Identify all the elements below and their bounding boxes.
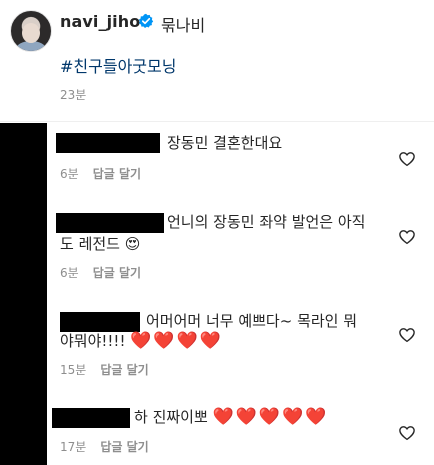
reply-button[interactable]: 답글 달기 [100, 363, 148, 377]
post-timestamp: 23분 [60, 88, 87, 102]
comment-time: 6분 [60, 266, 79, 280]
comment-time: 15분 [60, 363, 87, 377]
reply-button[interactable]: 답글 달기 [93, 167, 141, 181]
comment-meta: 6분 답글 달기 [60, 264, 141, 281]
comment-text-line1: 언니의 장동민 좌약 발언은 아직 [167, 213, 366, 231]
verified-badge-icon [138, 13, 154, 28]
caption-text: 묶나비 [161, 16, 206, 35]
reply-button[interactable]: 답글 달기 [100, 440, 148, 454]
comment-text: 장동민 결혼한대요 [167, 134, 283, 152]
like-heart-icon[interactable] [398, 424, 416, 442]
heart-emojis: ❤️❤️❤️❤️❤️ [212, 407, 329, 427]
comment-text-line2: 야뭐야!!!! ❤️❤️❤️❤️ [60, 331, 223, 351]
comment-text-line2: 도 레전드 😍 [60, 235, 141, 253]
like-heart-icon[interactable] [398, 150, 416, 168]
comment-meta: 15분 답글 달기 [60, 361, 149, 378]
post-header: navi_jiho 묶나비 #친구들아굿모닝 23분 [0, 0, 434, 110]
redacted-username [56, 213, 164, 233]
comment-meta: 6분 답글 달기 [60, 165, 141, 182]
redacted-username [52, 408, 130, 428]
like-heart-icon[interactable] [398, 228, 416, 246]
heart-emojis: ❤️❤️❤️❤️ [130, 331, 223, 351]
comment-time: 17분 [60, 440, 87, 454]
comment-meta: 17분 답글 달기 [60, 438, 149, 455]
comment-text-line1: 어머어머 너무 예쁘다~ 목라인 뭐 [146, 312, 358, 330]
redacted-username [60, 312, 140, 332]
comment-text: 하 진짜이뽀 ❤️❤️❤️❤️❤️ [134, 407, 329, 427]
avatar[interactable] [10, 10, 52, 52]
comment-time: 6분 [60, 167, 79, 181]
hashtag-link[interactable]: #친구들아굿모닝 [60, 53, 176, 77]
like-heart-icon[interactable] [398, 326, 416, 344]
redacted-username [56, 133, 160, 153]
post-username[interactable]: navi_jiho [60, 12, 140, 31]
divider [0, 121, 434, 122]
redacted-avatars [0, 123, 47, 465]
heart-eyes-emoji: 😍 [124, 235, 141, 253]
reply-button[interactable]: 답글 달기 [93, 266, 141, 280]
